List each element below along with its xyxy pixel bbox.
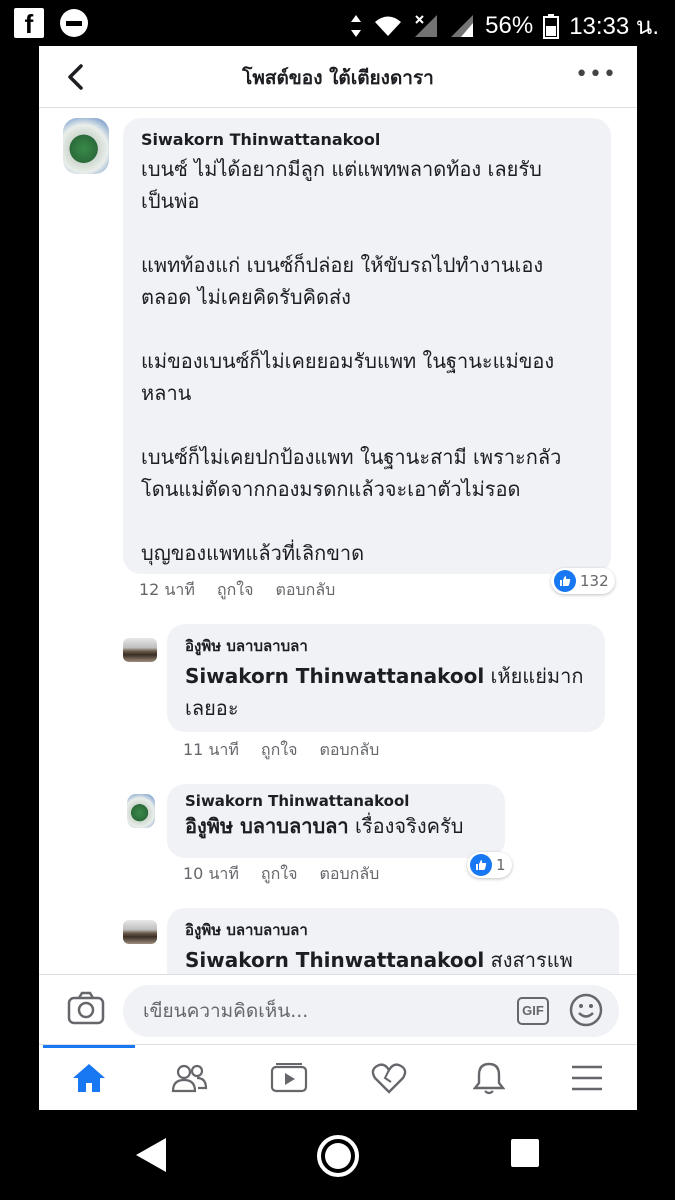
notifications-icon [473,1062,505,1095]
friends-icon [171,1064,208,1093]
reply-time: 11 นาที [183,740,239,759]
mention[interactable]: Siwakorn Thinwattanakool [185,948,484,972]
reply-link[interactable]: ตอบกลับ [319,862,379,887]
comment-bubble[interactable]: Siwakorn Thinwattanakool เบนซ์ ไม่ได้อยา… [123,118,611,574]
reply-author[interactable]: อิงูพิษ บลาบลาบลา [185,918,601,942]
reply-author[interactable]: Siwakorn Thinwattanakool [185,792,487,810]
reply-text: Siwakorn Thinwattanakool สงสารแพ [185,948,573,972]
like-link[interactable]: ถูกใจ [261,862,298,887]
nav-notifications[interactable] [439,1045,539,1110]
back-triangle-icon[interactable] [132,1136,168,1174]
like-reaction-icon [470,854,492,876]
status-bar: f 56% 13:33 น. [0,0,675,46]
dating-icon [371,1063,407,1094]
avatar[interactable] [127,794,155,828]
more-options-icon[interactable]: ••• [575,64,617,86]
nav-menu[interactable] [537,1045,637,1110]
reaction-number: 132 [580,572,609,590]
reply-bubble[interactable]: อิงูพิษ บลาบลาบลา Siwakorn Thinwattanako… [167,908,619,974]
post-header: โพสต์ของ ใต้เตียงดารา ••• [39,46,637,108]
signal-x-icon [415,14,438,37]
reply-text: Siwakorn Thinwattanakool เห้ยแย่มาก เลยอ… [185,664,584,720]
like-link[interactable]: ถูกใจ [217,578,254,603]
clock: 13:33 น. [569,13,659,40]
data-arrows-icon [351,14,362,37]
reply-time: 10 นาที [183,864,239,883]
like-link[interactable]: ถูกใจ [261,738,298,763]
reply-link[interactable]: ตอบกลับ [319,738,379,763]
do-not-disturb-icon [60,9,88,37]
reaction-count[interactable]: 132 [551,568,615,594]
camera-icon[interactable] [67,991,105,1025]
avatar[interactable] [123,638,157,662]
home-circle-icon[interactable] [316,1134,360,1178]
gif-button[interactable]: GIF [517,997,549,1025]
recents-square-icon[interactable] [510,1138,540,1168]
comment-text: เบนซ์ ไม่ได้อยากมีลูก แต่แพทพลาดท้อง เลย… [141,157,562,565]
avatar[interactable] [63,118,109,174]
nav-friends[interactable] [139,1045,239,1110]
reaction-number: 1 [496,856,506,874]
comments-list[interactable]: Siwakorn Thinwattanakool เบนซ์ ไม่ได้อยา… [39,108,637,974]
android-navigation-bar [0,1110,675,1200]
page-title: โพสต์ของ ใต้เตียงดารา [242,67,434,89]
nav-home[interactable] [39,1045,139,1110]
battery-percent: 56% [485,11,534,39]
battery-icon [543,13,560,39]
reply-link[interactable]: ตอบกลับ [275,578,335,603]
nav-watch[interactable] [239,1045,339,1110]
home-icon [73,1064,105,1092]
bottom-navigation [39,1044,637,1110]
reply-text: อิงูพิษ บลาบลาบลา เรื่องจริงครับ [185,814,464,838]
facebook-notification-icon: f [14,8,44,39]
wifi-icon [375,16,402,36]
mention[interactable]: Siwakorn Thinwattanakool [185,664,484,688]
reply-author[interactable]: อิงูพิษ บลาบลาบลา [185,634,587,658]
comment-composer: GIF [39,974,637,1044]
facebook-app: โพสต์ของ ใต้เตียงดารา ••• Siwakorn Thinw… [39,46,637,1110]
reply-bubble[interactable]: Siwakorn Thinwattanakool อิงูพิษ บลาบลาบ… [167,784,505,858]
avatar[interactable] [123,920,157,944]
emoji-icon[interactable] [569,993,603,1027]
reply-actions: 11 นาที ถูกใจ ตอบกลับ [183,738,379,763]
watch-icon [270,1063,308,1093]
signal-icon [451,14,474,37]
like-reaction-icon [554,570,576,592]
comment-author[interactable]: Siwakorn Thinwattanakool [141,130,593,149]
nav-dating[interactable] [339,1045,439,1110]
reaction-count[interactable]: 1 [467,852,512,878]
mention[interactable]: อิงูพิษ บลาบลาบลา [185,814,349,838]
menu-icon [572,1065,602,1091]
reply-bubble[interactable]: อิงูพิษ บลาบลาบลา Siwakorn Thinwattanako… [167,624,605,732]
reply-actions: 10 นาที ถูกใจ ตอบกลับ [183,862,379,887]
comment-actions: 12 นาที ถูกใจ ตอบกลับ [139,578,335,603]
comment-time: 12 นาที [139,580,195,599]
